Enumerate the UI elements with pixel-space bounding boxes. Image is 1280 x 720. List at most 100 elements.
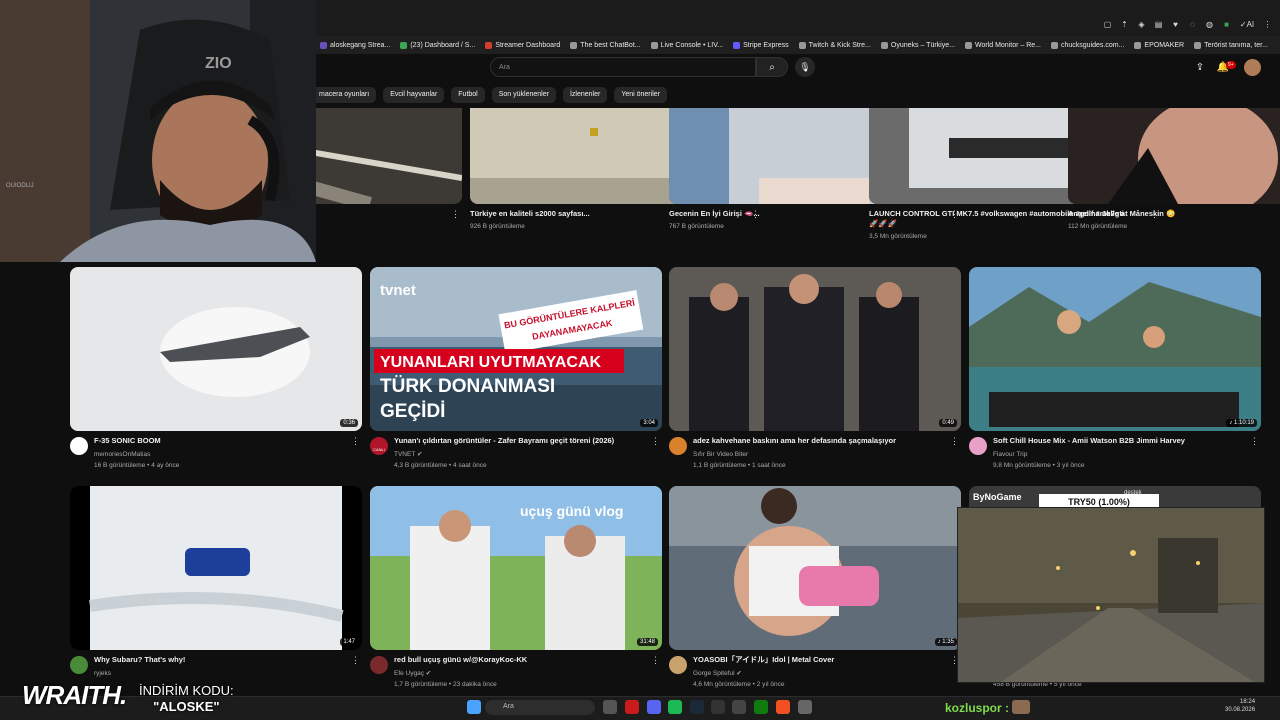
video-thumbnail[interactable]: ♪ 1:35: [669, 486, 961, 650]
spotify-icon[interactable]: [668, 700, 682, 714]
more-options-icon[interactable]: ⋮: [451, 209, 460, 220]
ext-icon[interactable]: ◍: [1205, 20, 1214, 29]
bookmark-item[interactable]: Twitch & Kick Stre...: [798, 41, 871, 49]
filter-chip[interactable]: Evcil hayvanlar: [383, 87, 445, 103]
channel-avatar[interactable]: [70, 437, 88, 455]
channel-name[interactable]: Flavour Trip: [993, 449, 1027, 460]
channel-avatar[interactable]: [370, 656, 388, 674]
channel-name[interactable]: memoriesOnMatias: [94, 449, 150, 460]
video-thumbnail[interactable]: 1:47: [70, 486, 362, 650]
voice-search-button[interactable]: 🎙: [795, 57, 815, 77]
filter-chip[interactable]: Futbol: [451, 87, 485, 103]
bookmark-item[interactable]: EPOMAKER: [1134, 41, 1184, 49]
bookmark-label: Stripe Express: [743, 41, 789, 49]
more-options-icon[interactable]: ⋮: [651, 655, 660, 666]
channel-name[interactable]: ryjeks: [94, 668, 111, 679]
video-card[interactable]: 0:49 adez kahvehane baskını ama her defas…: [669, 267, 961, 487]
video-thumbnail[interactable]: tvnet BU GÖRÜNTÜLERE KALPLERİ DAYANAMAYACA…: [370, 267, 662, 431]
video-thumbnail[interactable]: [1068, 108, 1280, 204]
bookmark-item[interactable]: Streamer Dashboard: [485, 41, 560, 49]
ext-icon[interactable]: ◌: [1188, 20, 1197, 29]
heart-icon[interactable]: ♥: [1171, 20, 1180, 29]
video-title[interactable]: red bull uçuş günü w/@KorayKoc-KK: [394, 655, 649, 665]
discord-icon[interactable]: [647, 700, 661, 714]
menu-icon[interactable]: ⋮: [1263, 20, 1272, 29]
video-title[interactable]: Yunan'ı çıldırtan görüntüler - Zafer Bay…: [394, 436, 649, 446]
bookmark-favicon-icon: [964, 41, 972, 49]
video-card[interactable]: uçuş günü vlog 31:48 red bull uçuş günü w/…: [370, 486, 662, 706]
office-icon[interactable]: [776, 700, 790, 714]
video-card[interactable]: 0:36 F-35 SONIC BOOM memoriesOnMatias 16 B …: [70, 267, 362, 487]
opera-icon[interactable]: [625, 700, 639, 714]
channel-avatar[interactable]: [669, 437, 687, 455]
steam-icon[interactable]: [690, 700, 704, 714]
video-title[interactable]: Angelina Jolie at Måneskin 😳: [1068, 209, 1280, 219]
channel-avatar[interactable]: [669, 656, 687, 674]
shield-icon[interactable]: ◈: [1137, 20, 1146, 29]
search-button[interactable]: ⌕: [756, 57, 788, 77]
bookmark-item[interactable]: The best ChatBot...: [570, 41, 641, 49]
upload-button[interactable]: ⇪: [1191, 58, 1209, 76]
xbox-icon[interactable]: [754, 700, 768, 714]
video-thumbnail[interactable]: uçuş günü vlog 31:48: [370, 486, 662, 650]
bookmark-item[interactable]: (23) Dashboard / S...: [400, 41, 475, 49]
video-thumbnail[interactable]: ♪ 1:10:19: [969, 267, 1261, 431]
more-options-icon[interactable]: ⋮: [1250, 436, 1259, 447]
bookmark-label: Twitch & Kick Stre...: [808, 41, 871, 49]
view-count: 4,3 B görüntüleme: [394, 462, 448, 469]
filter-chip[interactable]: Son yüklenenler: [491, 87, 556, 103]
filter-chip[interactable]: Yeni öneriler: [614, 87, 667, 103]
video-info: adez kahvehane baskını ama her defasında…: [669, 431, 961, 487]
bookmark-item[interactable]: World Monitor – Re...: [964, 41, 1041, 49]
app-icon[interactable]: [732, 700, 746, 714]
filter-chip[interactable]: macera oyunları: [312, 87, 377, 103]
channel-name[interactable]: Gorge Spiteful ✔: [693, 668, 742, 679]
more-options-icon[interactable]: ⋮: [651, 436, 660, 447]
ext-icon[interactable]: ■: [1222, 20, 1231, 29]
windows-start-icon[interactable]: [467, 700, 481, 714]
bookmark-item[interactable]: aloskegang Strea...: [320, 41, 391, 49]
video-thumbnail[interactable]: 0:49: [669, 267, 961, 431]
more-options-icon[interactable]: ⋮: [351, 655, 360, 666]
video-title[interactable]: Soft Chill House Mix - Amii Watson B2B J…: [993, 436, 1248, 446]
bookmark-item[interactable]: Oyuneks – Türkiye...: [880, 41, 955, 49]
video-card[interactable]: ♪ 1:10:19 Soft Chill House Mix - Amii Wat…: [969, 267, 1261, 487]
app-icon[interactable]: [798, 700, 812, 714]
video-title[interactable]: YOASOBI「アイドル」Idol | Metal Cover: [693, 655, 948, 665]
channel-name[interactable]: Efe Uygaç ✔: [394, 668, 431, 679]
video-card[interactable]: Angelina Jolie at Måneskin 😳 112 Mn görün…: [1068, 108, 1280, 260]
filter-chip[interactable]: İzlenenler: [562, 87, 608, 103]
more-options-icon[interactable]: ⋮: [950, 436, 959, 447]
video-title[interactable]: Why Subaru? That's why!: [94, 655, 349, 665]
video-thumbnail[interactable]: 0:36: [70, 267, 362, 431]
video-card[interactable]: tvnet BU GÖRÜNTÜLERE KALPLERİ DAYANAMAYACA…: [370, 267, 662, 487]
bookmark-label: aloskegang Strea...: [330, 41, 391, 49]
bookmark-icon[interactable]: ▤: [1154, 20, 1163, 29]
search-input[interactable]: Ara: [490, 57, 756, 77]
bookmark-item[interactable]: chucksguides.com...: [1051, 41, 1124, 49]
streamer-avatar: [1012, 700, 1030, 714]
view-count: 112 Mn görüntüleme: [1068, 223, 1128, 230]
task-view-icon[interactable]: [603, 700, 617, 714]
bookmark-item[interactable]: Terörist tanıma, ter...: [1194, 41, 1268, 49]
video-title[interactable]: adez kahvehane baskını ama her defasında…: [693, 436, 948, 446]
channel-name[interactable]: TVNET ✔: [394, 449, 422, 460]
system-clock[interactable]: 18:24 30.08.2026: [1225, 698, 1255, 714]
extension-icon[interactable]: ▢: [1103, 20, 1112, 29]
channel-avatar[interactable]: [70, 656, 88, 674]
video-card[interactable]: ♪ 1:35 YOASOBI「アイドル」Idol | Metal Cover Gor…: [669, 486, 961, 706]
video-card[interactable]: 1:47 Why Subaru? That's why! ryjeks ⋮: [70, 486, 362, 706]
video-title[interactable]: F-35 SONIC BOOM: [94, 436, 349, 446]
more-options-icon[interactable]: ⋮: [351, 436, 360, 447]
bookmark-item[interactable]: Live Console • LIV...: [650, 41, 723, 49]
bookmark-item[interactable]: Stripe Express: [733, 41, 789, 49]
app-icon[interactable]: [711, 700, 725, 714]
account-avatar[interactable]: [1244, 59, 1261, 76]
channel-avatar[interactable]: CANLI: [370, 437, 388, 455]
channel-avatar[interactable]: [969, 437, 987, 455]
upload-time: 23 dakika önce: [453, 681, 497, 688]
taskbar-search[interactable]: Ara: [485, 700, 595, 715]
channel-name[interactable]: Sıfır Bir Video Biter: [693, 449, 748, 460]
ai-icon[interactable]: ✓AI: [1239, 20, 1255, 29]
extension-icon[interactable]: ⇡: [1120, 20, 1129, 29]
